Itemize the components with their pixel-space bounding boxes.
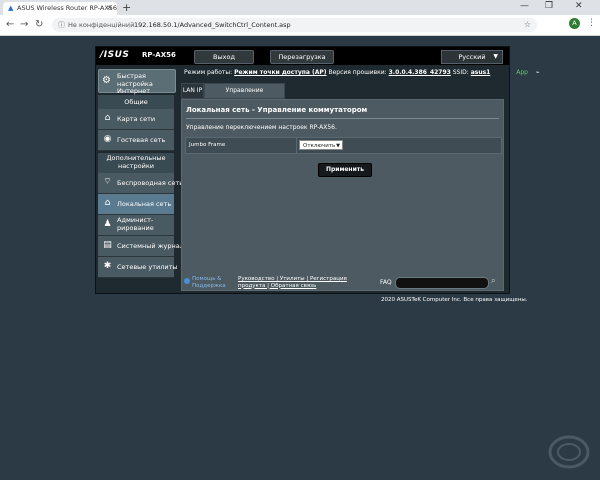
footer-links[interactable]: Руководство | Утилиты | Регистрация прод…: [238, 276, 347, 289]
general-group: Общие ⌂ Карта сети ◉ Гостевая сеть: [98, 95, 174, 151]
watermark-logo: [548, 435, 590, 469]
network-map-icon: ⌂: [104, 113, 111, 123]
sidebar-item-label: Гостевая сеть: [117, 136, 166, 144]
sidebar-item-network-map[interactable]: ⌂ Карта сети: [98, 109, 174, 130]
reboot-button[interactable]: Перезагрузка: [270, 50, 334, 64]
ssid-link[interactable]: asus1: [471, 69, 491, 76]
tab-lan-ip[interactable]: LAN IP: [181, 83, 204, 99]
faq-search-input[interactable]: [395, 277, 489, 289]
apply-button[interactable]: Применить: [318, 163, 372, 177]
profile-avatar[interactable]: A: [569, 18, 580, 29]
sidebar: ⚙ Быстрая настройка Интернет Общие ⌂ Кар…: [96, 65, 184, 293]
faq-label: FAQ: [380, 279, 392, 286]
general-header: Общие: [98, 95, 174, 109]
router-header: /ISUS RP-AX56 Выход Перезагрузка Русский…: [96, 47, 509, 65]
footer: Помощь & Поддержка Руководство | Утилиты…: [181, 275, 505, 291]
jumbo-frame-label: Jumbo Frame: [189, 142, 226, 148]
system-log-icon: ▤: [103, 240, 112, 250]
chevron-down-icon: ▼: [336, 143, 340, 149]
asus-logo: /ISUS: [100, 50, 130, 60]
main-area: Режим работы: Режим точки доступа (AP) В…: [181, 65, 540, 291]
security-label: Не конфіденційний: [68, 21, 135, 29]
help-support-label: Помощь & Поддержка: [192, 276, 226, 289]
quick-setup-icon: ⚙: [102, 75, 111, 86]
sidebar-item-label: Локальная сеть: [117, 200, 172, 208]
lan-icon: ⌂: [104, 198, 111, 208]
back-button[interactable]: ←: [6, 19, 14, 30]
jumbo-frame-value: Отключить: [303, 143, 336, 149]
address-bar[interactable]: ⓘ Не конфіденційний | 192.168.50.1/Advan…: [52, 18, 537, 32]
language-value: Русский: [458, 53, 486, 61]
sidebar-item-administration[interactable]: ♟ Админист- рирование: [98, 215, 174, 236]
advanced-header: Дополнительные настройки: [98, 153, 174, 173]
sidebar-item-label: Сетевые утилиты: [117, 263, 178, 271]
sidebar-item-label: Админист- рирование: [117, 216, 154, 232]
footer-links-line-2[interactable]: продукта | Обратная связь: [238, 283, 347, 290]
sidebar-item-guest-network[interactable]: ◉ Гостевая сеть: [98, 130, 174, 151]
network-tools-icon: ✱: [103, 261, 112, 271]
info-icon[interactable]: ⓘ: [58, 20, 65, 30]
quick-setup-label: Быстрая настройка Интернет: [117, 72, 153, 95]
window-close-button[interactable]: ✕: [575, 1, 583, 11]
asus-favicon-icon: ▲: [8, 4, 14, 12]
browser-toolbar: ← → ↻ ⓘ Не конфіденційний | 192.168.50.1…: [0, 15, 600, 36]
sidebar-item-wireless[interactable]: ⌔ Беспроводная сеть: [98, 173, 183, 194]
browser-tab[interactable]: ▲ ASUS Wireless Router RP-AX56 ×: [3, 2, 117, 15]
tab-close-icon[interactable]: ×: [106, 3, 113, 12]
title-divider: [186, 118, 499, 119]
quick-setup-button[interactable]: ⚙ Быстрая настройка Интернет: [98, 69, 176, 95]
tab-switch-control[interactable]: Управление коммутатором: [204, 83, 285, 108]
status-line: Режим работы: Режим точки доступа (AP) В…: [184, 69, 540, 76]
mode-label: Режим работы:: [184, 69, 233, 76]
reload-button[interactable]: ↻: [35, 19, 43, 30]
search-icon[interactable]: ⌕: [491, 276, 495, 286]
router-panel: /ISUS RP-AX56 Выход Перезагрузка Русский…: [95, 46, 540, 294]
advanced-group: Дополнительные настройки ⌔ Беспроводная …: [98, 153, 184, 278]
sidebar-item-label: Беспроводная сеть: [117, 179, 184, 187]
page-description: Управление переключением настроек RP-AX5…: [186, 124, 337, 131]
model-name: RP-AX56: [142, 51, 176, 59]
forward-button[interactable]: →: [20, 19, 28, 30]
footer-links-line-1[interactable]: Руководство | Утилиты | Регистрация: [238, 276, 347, 283]
jumbo-frame-row: Jumbo Frame Отключить ▼: [185, 137, 502, 154]
logout-button[interactable]: Выход: [194, 50, 254, 64]
language-select[interactable]: Русский ▼: [441, 50, 503, 64]
bookmark-star-icon[interactable]: ☆: [524, 20, 531, 29]
wireless-icon: ⌔: [103, 177, 112, 187]
window-minimize-button[interactable]: —: [520, 1, 529, 11]
copyright-text: 2020 ASUSTeK Computer Inc. Все права защ…: [381, 297, 528, 303]
mode-link[interactable]: Режим точки доступа (AP): [234, 69, 326, 76]
sub-tabs: LAN IP Управление коммутатором: [181, 83, 505, 108]
help-icon: [184, 278, 190, 284]
sidebar-item-network-tools[interactable]: ✱ Сетевые утилиты: [98, 257, 178, 278]
sidebar-item-label: Системный журнал: [117, 242, 184, 250]
administration-icon: ♟: [103, 219, 112, 229]
page-title: Локальная сеть - Управление коммутатором: [186, 106, 368, 114]
content-panel: Локальная сеть - Управление коммутатором…: [181, 99, 504, 291]
jumbo-frame-select[interactable]: Отключить ▼: [299, 140, 343, 150]
row-divider: [296, 138, 297, 153]
browser-tab-title: ASUS Wireless Router RP-AX56: [17, 4, 118, 12]
usb-icon[interactable]: ⌁: [536, 69, 540, 76]
sidebar-item-label: Карта сети: [117, 115, 156, 123]
browser-menu-icon[interactable]: ⋮: [587, 18, 596, 28]
browser-tab-bar: ▲ ASUS Wireless Router RP-AX56 × + — ❐ ✕: [0, 0, 600, 15]
sidebar-item-system-log[interactable]: ▤ Системный журнал: [98, 236, 184, 257]
window-restore-button[interactable]: ❐: [545, 1, 553, 11]
new-tab-button[interactable]: +: [122, 1, 131, 14]
guest-network-icon: ◉: [103, 134, 112, 144]
sidebar-item-lan[interactable]: ⌂ Локальная сеть: [98, 194, 174, 215]
url-text[interactable]: 192.168.50.1/Advanced_SwitchCtrl_Content…: [134, 21, 291, 29]
chevron-down-icon: ▼: [493, 53, 498, 60]
firmware-label: Версия прошивки:: [328, 69, 387, 76]
firmware-link[interactable]: 3.0.0.4.386_42793: [389, 69, 451, 76]
ssid-label: SSID:: [452, 69, 469, 76]
app-label[interactable]: App: [516, 69, 528, 76]
address-separator: |: [128, 21, 131, 29]
